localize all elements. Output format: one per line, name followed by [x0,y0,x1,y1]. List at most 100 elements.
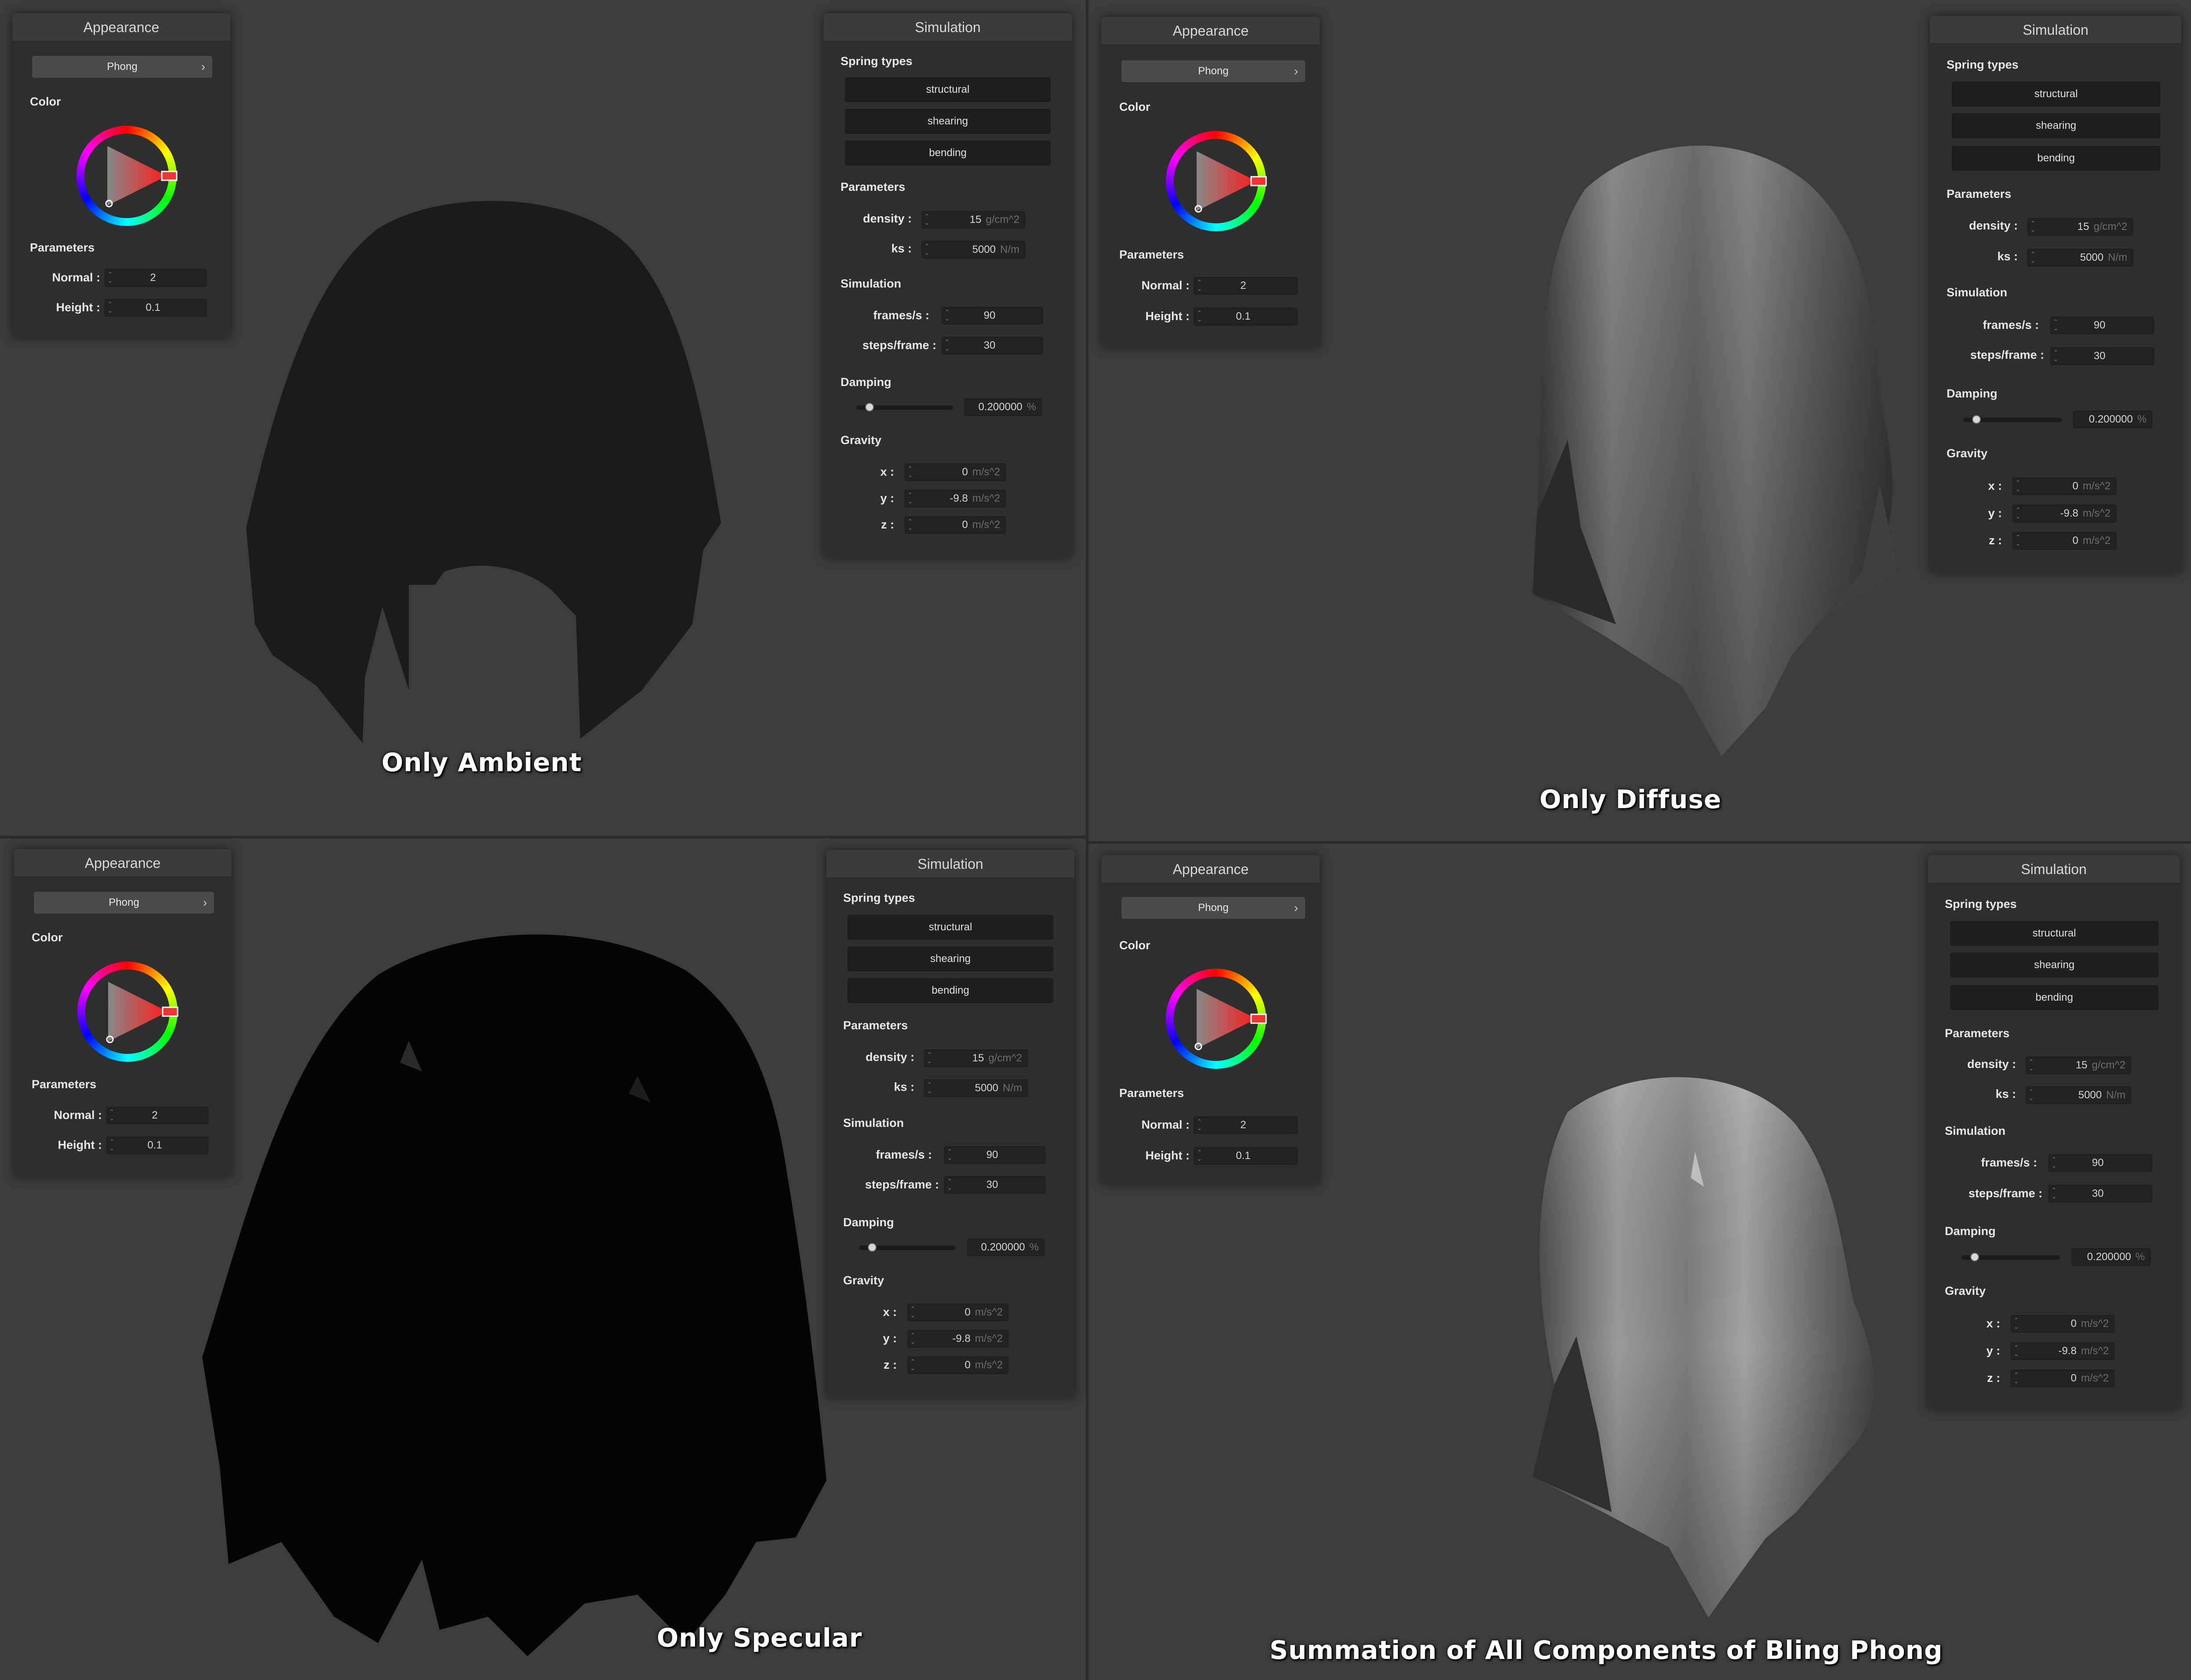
spinner-icon[interactable]: ⌃ ⌄ [108,271,113,284]
spinner-icon[interactable]: ⌃ ⌄ [947,1178,952,1191]
gravity-y-input[interactable]: ⌃ ⌄ -9.8 m/s^2 [2011,1342,2115,1360]
frames-input[interactable]: ⌃ ⌄ 90 [942,307,1043,324]
normal-input[interactable]: ⌃ ⌄ 2 [106,1107,208,1124]
spinner-icon[interactable]: ⌃ ⌄ [945,339,950,352]
ks-input[interactable]: ⌃ ⌄ 5000 N/m [2027,249,2133,266]
damping-input[interactable]: 0.200000% [967,1239,1045,1256]
spinner-icon[interactable]: ⌃ ⌄ [2016,534,2020,547]
density-input[interactable]: ⌃ ⌄ 15 g/cm^2 [2026,1057,2131,1074]
damping-slider[interactable] [1963,415,2062,424]
gravity-y-input[interactable]: ⌃ ⌄ -9.8 m/s^2 [2013,505,2116,522]
shearing-button[interactable]: shearing [848,947,1053,971]
height-input[interactable]: ⌃ ⌄ 0.1 [105,299,207,317]
gravity-x-input[interactable]: ⌃ ⌄ 0 m/s^2 [2011,1315,2115,1333]
shearing-button[interactable]: shearing [1950,953,2158,977]
slider-knob[interactable] [865,403,874,412]
gravity-y-input[interactable]: ⌃ ⌄ -9.8 m/s^2 [905,490,1006,507]
density-input[interactable]: ⌃ ⌄ 15 g/cm^2 [924,1050,1028,1067]
shader-dropdown[interactable]: Phong › [1121,896,1306,919]
viewport-only-ambient[interactable]: Only Ambient Appearance Phong › Color Par… [0,0,1086,836]
bending-button[interactable]: bending [845,141,1051,165]
gravity-x-input[interactable]: ⌃ ⌄ 0 m/s^2 [905,463,1006,481]
spinner-icon[interactable]: ⌃ ⌄ [109,1138,114,1152]
spinner-icon[interactable]: ⌃ ⌄ [1197,310,1202,323]
viewport-only-diffuse[interactable]: Only Diffuse Appearance Phong › Color Par… [1088,0,2191,841]
hsv-color-wheel-icon[interactable] [1163,128,1269,234]
height-input[interactable]: ⌃ ⌄ 0.1 [1194,308,1298,325]
shearing-button[interactable]: shearing [1952,113,2160,138]
spinner-icon[interactable]: ⌃ ⌄ [2031,220,2035,233]
hsv-color-wheel-icon[interactable] [74,123,179,229]
structural-button[interactable]: structural [1952,82,2160,106]
normal-input[interactable]: ⌃ ⌄ 2 [105,269,207,287]
spinner-icon[interactable]: ⌃ ⌄ [2053,349,2058,362]
spinner-icon[interactable]: ⌃ ⌄ [108,301,113,314]
spinner-icon[interactable]: ⌃ ⌄ [2052,1187,2056,1200]
steps-input[interactable]: ⌃ ⌄ 30 [2049,1185,2152,1203]
spinner-icon[interactable]: ⌃ ⌄ [2016,507,2020,520]
hsv-color-wheel-icon[interactable] [75,959,180,1064]
damping-slider[interactable] [1962,1253,2060,1261]
frames-input[interactable]: ⌃ ⌄ 90 [944,1146,1045,1164]
slider-knob[interactable] [868,1243,877,1252]
ks-input[interactable]: ⌃ ⌄ 5000 N/m [921,241,1025,259]
shader-dropdown[interactable]: Phong › [32,55,213,78]
spinner-icon[interactable]: ⌃ ⌄ [927,1081,932,1094]
spinner-icon[interactable]: ⌃ ⌄ [910,1305,915,1319]
frames-input[interactable]: ⌃ ⌄ 90 [2050,317,2154,334]
damping-input[interactable]: 0.200000% [2071,1248,2151,1266]
damping-slider[interactable] [859,1243,956,1252]
spinner-icon[interactable]: ⌃ ⌄ [910,1358,915,1371]
damping-slider[interactable] [856,403,953,412]
slider-knob[interactable] [1970,1253,1979,1261]
bending-button[interactable]: bending [848,978,1053,1003]
spinner-icon[interactable]: ⌃ ⌄ [945,309,950,322]
spinner-icon[interactable]: ⌃ ⌄ [1197,1149,1202,1162]
height-input[interactable]: ⌃ ⌄ 0.1 [106,1137,208,1154]
spinner-icon[interactable]: ⌃ ⌄ [927,1051,932,1064]
ks-input[interactable]: ⌃ ⌄ 5000 N/m [924,1079,1028,1097]
bending-button[interactable]: bending [1950,985,2158,1010]
spinner-icon[interactable]: ⌃ ⌄ [910,1332,915,1345]
structural-button[interactable]: structural [1950,921,2158,946]
spinner-icon[interactable]: ⌃ ⌄ [908,518,913,531]
ks-input[interactable]: ⌃ ⌄ 5000 N/m [2026,1086,2131,1104]
gravity-y-input[interactable]: ⌃ ⌄ -9.8 m/s^2 [907,1330,1008,1348]
spinner-icon[interactable]: ⌃ ⌄ [109,1108,114,1122]
spinner-icon[interactable]: ⌃ ⌄ [2014,1344,2019,1357]
density-input[interactable]: ⌃ ⌄ 15 g/cm^2 [2027,218,2133,236]
shearing-button[interactable]: shearing [845,109,1051,134]
frames-input[interactable]: ⌃ ⌄ 90 [2049,1154,2152,1172]
spinner-icon[interactable]: ⌃ ⌄ [2014,1317,2019,1330]
spinner-icon[interactable]: ⌃ ⌄ [947,1148,952,1161]
spinner-icon[interactable]: ⌃ ⌄ [1197,1118,1202,1131]
gravity-x-input[interactable]: ⌃ ⌄ 0 m/s^2 [2013,477,2116,495]
spinner-icon[interactable]: ⌃ ⌄ [2052,1156,2056,1169]
shader-dropdown[interactable]: Phong › [33,891,215,914]
viewport-summation[interactable]: Summation of All Components of Bling Pho… [1088,844,2191,1680]
damping-input[interactable]: 0.200000% [2073,411,2152,428]
spinner-icon[interactable]: ⌃ ⌄ [2053,318,2058,332]
spinner-icon[interactable]: ⌃ ⌄ [908,465,913,478]
spinner-icon[interactable]: ⌃ ⌄ [1197,279,1202,292]
gravity-z-input[interactable]: ⌃ ⌄ 0 m/s^2 [2011,1370,2115,1387]
spinner-icon[interactable]: ⌃ ⌄ [924,213,929,226]
spinner-icon[interactable]: ⌃ ⌄ [2029,1058,2034,1071]
viewport-only-specular[interactable]: Only Specular Appearance Phong › Color Pa… [0,838,1086,1680]
gravity-z-input[interactable]: ⌃ ⌄ 0 m/s^2 [2013,532,2116,550]
bending-button[interactable]: bending [1952,146,2160,171]
steps-input[interactable]: ⌃ ⌄ 30 [942,337,1043,354]
structural-button[interactable]: structural [848,915,1053,940]
steps-input[interactable]: ⌃ ⌄ 30 [944,1176,1045,1194]
gravity-z-input[interactable]: ⌃ ⌄ 0 m/s^2 [905,516,1006,534]
hsv-color-wheel-icon[interactable] [1163,966,1269,1071]
height-input[interactable]: ⌃ ⌄ 0.1 [1194,1147,1298,1165]
spinner-icon[interactable]: ⌃ ⌄ [2014,1371,2019,1385]
spinner-icon[interactable]: ⌃ ⌄ [2029,1088,2034,1101]
spinner-icon[interactable]: ⌃ ⌄ [2016,479,2020,492]
structural-button[interactable]: structural [845,77,1051,102]
normal-input[interactable]: ⌃ ⌄ 2 [1194,277,1298,295]
density-input[interactable]: ⌃ ⌄ 15 g/cm^2 [921,211,1025,229]
steps-input[interactable]: ⌃ ⌄ 30 [2050,347,2154,365]
spinner-icon[interactable]: ⌃ ⌄ [2031,251,2035,264]
